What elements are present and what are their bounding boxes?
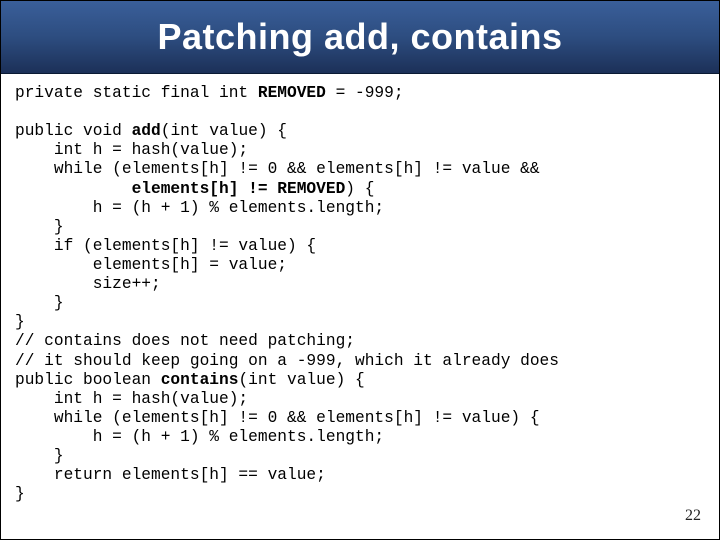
code-block: private static final int REMOVED = -999;… [15,84,705,504]
code-line: int h = hash(value); [15,390,248,408]
code-line: // it should keep going on a -999, which… [15,352,559,370]
slide: Patching add, contains private static fi… [0,0,720,540]
code-line: } [15,294,64,312]
code-line: while (elements[h] != 0 && elements[h] !… [15,160,540,178]
code-line: // contains does not need patching; [15,332,355,350]
code-line: } [15,218,64,236]
code-line: elements[h] != REMOVED) { [15,180,374,198]
page-number: 22 [685,507,701,525]
slide-title: Patching add, contains [157,16,562,58]
code-line: h = (h + 1) % elements.length; [15,428,384,446]
code-line: public void add(int value) { [15,122,287,140]
code-line: if (elements[h] != value) { [15,237,316,255]
code-line: h = (h + 1) % elements.length; [15,199,384,217]
code-line: } [15,313,25,331]
slide-body: private static final int REMOVED = -999;… [1,74,719,504]
code-line: int h = hash(value); [15,141,248,159]
title-bar: Patching add, contains [1,1,719,74]
code-line: } [15,485,25,503]
code-line: while (elements[h] != 0 && elements[h] !… [15,409,540,427]
code-line: private static final int REMOVED = -999; [15,84,404,102]
code-line: elements[h] = value; [15,256,287,274]
code-line: return elements[h] == value; [15,466,326,484]
code-line: size++; [15,275,161,293]
code-line: } [15,447,64,465]
code-line: public boolean contains(int value) { [15,371,365,389]
